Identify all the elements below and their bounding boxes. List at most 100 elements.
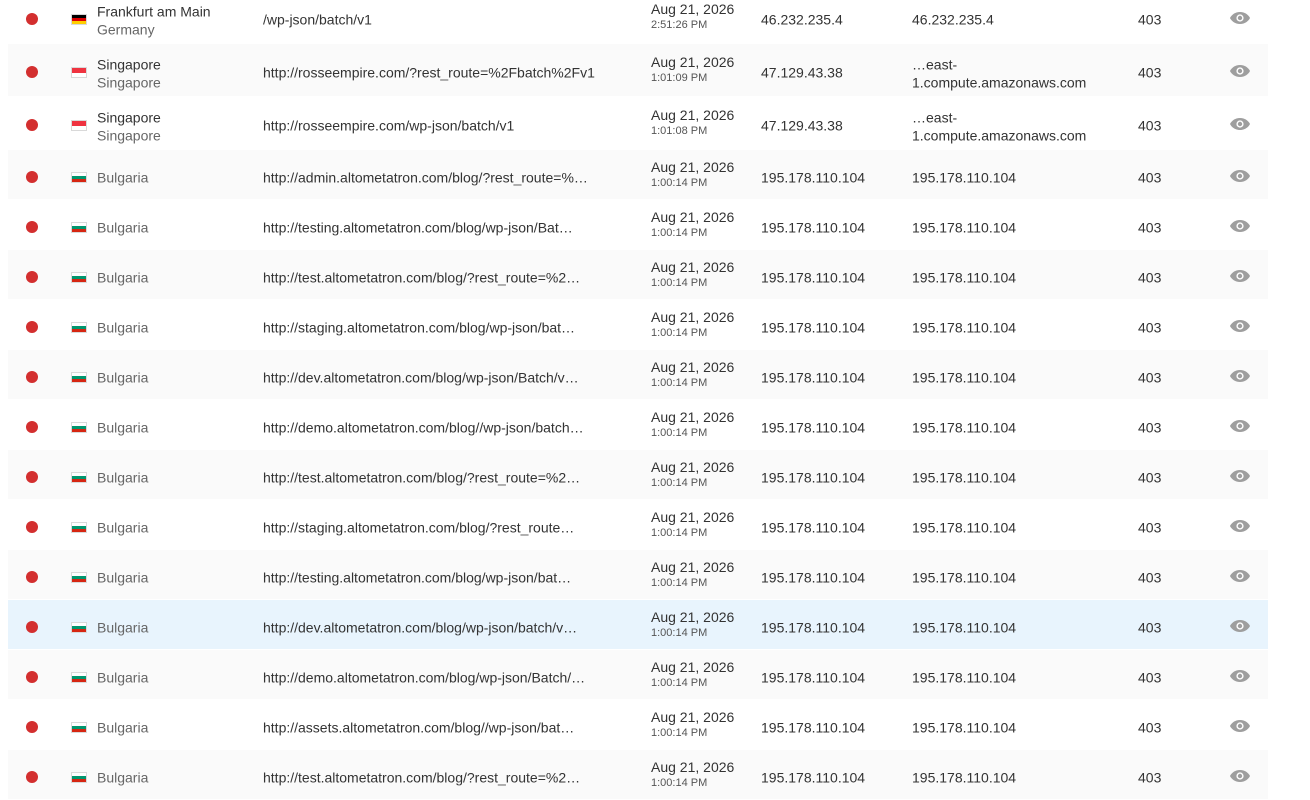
hostname: 195.178.110.104 [912,168,1016,186]
ip-address: 195.178.110.104 [761,718,866,735]
hostname-line: …east- [912,109,958,126]
request-url: http://testing.altometatron.com/blog/wp-… [263,568,572,585]
germany-flag-icon [71,14,87,25]
location-cell: Bulgaria [97,568,148,586]
status-dot-icon [26,570,38,583]
request-date: Aug 21, 2026 [651,408,735,425]
request-date: Aug 21, 2026 [651,107,735,123]
bulgaria-flag-icon [71,671,87,683]
hostname: …east- 1.compute.amazonaws.com [912,109,1086,145]
bulgaria-flag-icon [71,371,87,383]
eye-icon[interactable] [1229,319,1251,333]
hostname-line: 195.178.110.104 [912,419,1017,436]
response-code: 403 [1138,64,1162,81]
hostname-line: 195.178.110.104 [912,719,1017,736]
timestamp-cell: Aug 21, 2026 1:00:14 PM [651,759,734,791]
request-url: http://dev.altometatron.com/blog/wp-json… [263,368,579,385]
eye-icon[interactable] [1229,569,1251,583]
status-dot-icon [26,620,38,633]
hostname-line: …east- [912,56,958,73]
table-row[interactable]: Bulgaria http://test.altometatron.com/bl… [8,250,1268,300]
eye-icon[interactable] [1229,469,1251,483]
location-country: Bulgaria [97,269,149,286]
eye-icon[interactable] [1229,669,1251,683]
table-row[interactable]: Bulgaria http://assets.altometatron.com/… [8,700,1268,750]
location-cell: Bulgaria [97,368,148,386]
table-row[interactable]: Bulgaria http://dev.altometatron.com/blo… [8,350,1268,400]
table-row[interactable]: Bulgaria http://test.altometatron.com/bl… [8,750,1268,800]
timestamp-cell: Aug 21, 2026 1:01:09 PM [651,54,734,86]
bulgaria-flag-icon [71,721,87,733]
timestamp-cell: Aug 21, 2026 1:00:14 PM [651,659,734,691]
table-row[interactable]: Bulgaria http://demo.altometatron.com/bl… [8,400,1268,450]
response-code: 403 [1138,368,1162,385]
eye-icon[interactable] [1229,169,1251,183]
table-row[interactable]: Frankfurt am Main Germany /wp-json/batch… [8,0,1268,44]
request-date: Aug 21, 2026 [651,208,735,225]
location-country: Bulgaria [97,619,149,636]
request-time: 1:00:14 PM [651,526,708,539]
table-row[interactable]: Bulgaria http://staging.altometatron.com… [8,300,1268,350]
bulgaria-flag-icon [71,521,87,533]
location-cell: Bulgaria [97,418,148,436]
eye-icon[interactable] [1229,619,1251,633]
status-dot-icon [26,770,38,783]
table-row[interactable]: Bulgaria http://testing.altometatron.com… [8,200,1268,250]
response-code: 403 [1138,168,1162,185]
location-country: Bulgaria [97,319,149,336]
request-url: http://demo.altometatron.com/blog//wp-js… [263,418,584,435]
location-country: Bulgaria [97,169,149,186]
eye-icon[interactable] [1229,11,1251,25]
table-row[interactable]: Bulgaria http://test.altometatron.com/bl… [8,450,1268,500]
table-row[interactable]: Singapore Singapore http://rosseempire.c… [8,44,1268,97]
location-cell: Bulgaria [97,518,148,536]
status-dot-icon [26,170,38,183]
location-country: Bulgaria [97,519,149,536]
eye-icon[interactable] [1229,769,1251,783]
table-row[interactable]: Bulgaria http://admin.altometatron.com/b… [8,150,1268,200]
bulgaria-flag-icon [71,571,87,583]
eye-icon[interactable] [1229,64,1251,78]
location-country: Singapore [97,74,161,91]
location-cell: Bulgaria [97,768,148,786]
location-country: Bulgaria [97,419,149,436]
eye-icon[interactable] [1229,519,1251,533]
request-date: Aug 21, 2026 [651,308,735,325]
status-dot-icon [26,720,38,733]
location-cell: Singapore Singapore [97,109,161,145]
request-time: 2:51:26 PM [651,19,708,31]
bulgaria-flag-icon [71,221,87,233]
location-cell: Bulgaria [97,718,148,736]
status-dot-icon [26,420,38,433]
location-city: Singapore [97,56,161,73]
location-country: Bulgaria [97,719,149,736]
table-row[interactable]: Bulgaria http://staging.altometatron.com… [8,500,1268,550]
ip-address: 195.178.110.104 [761,668,866,685]
ip-address: 195.178.110.104 [761,568,866,585]
request-url: http://testing.altometatron.com/blog/wp-… [263,218,573,235]
table-row[interactable]: Singapore Singapore http://rosseempire.c… [8,97,1268,150]
request-url: http://demo.altometatron.com/blog/wp-jso… [263,668,586,685]
table-row[interactable]: Bulgaria http://testing.altometatron.com… [8,550,1268,600]
ip-address: 195.178.110.104 [761,318,866,335]
eye-icon[interactable] [1229,369,1251,383]
table-row[interactable]: Bulgaria http://dev.altometatron.com/blo… [8,600,1268,650]
request-time: 1:00:14 PM [651,276,708,289]
eye-icon[interactable] [1229,117,1251,131]
location-cell: Bulgaria [97,168,148,186]
eye-icon[interactable] [1229,719,1251,733]
response-code: 403 [1138,11,1162,28]
ip-address: 195.178.110.104 [761,218,866,235]
hostname: 195.178.110.104 [912,518,1016,536]
hostname: 195.178.110.104 [912,368,1016,386]
bulgaria-flag-icon [71,621,87,633]
request-time: 1:00:14 PM [651,226,708,239]
eye-icon[interactable] [1229,419,1251,433]
eye-icon[interactable] [1229,219,1251,233]
table-row[interactable]: Bulgaria http://demo.altometatron.com/bl… [8,650,1268,700]
hostname: 195.178.110.104 [912,568,1016,586]
request-time: 1:01:09 PM [651,72,708,84]
eye-icon[interactable] [1229,269,1251,283]
hostname-line: 195.178.110.104 [912,619,1017,636]
bulgaria-flag-icon [71,421,87,433]
